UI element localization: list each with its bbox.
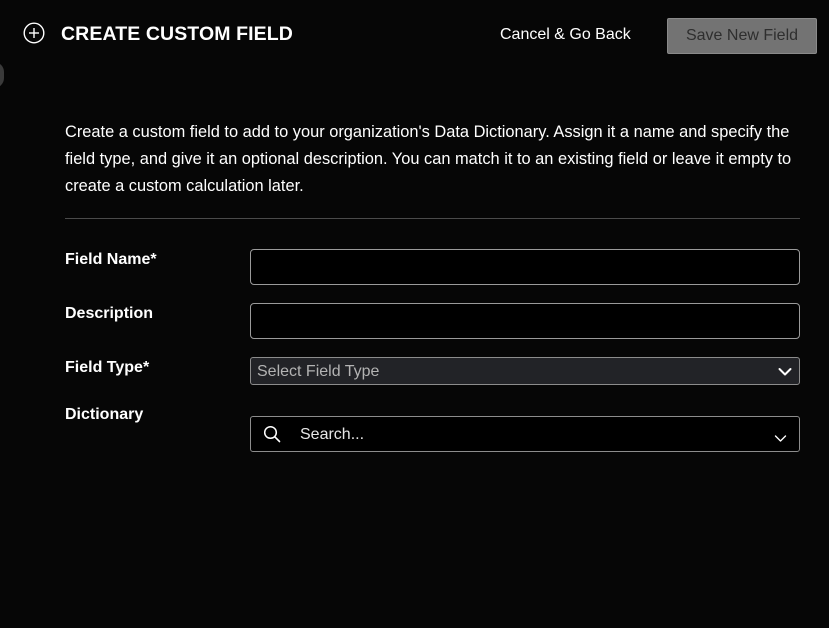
chevron-down-icon (774, 430, 787, 442)
search-icon (263, 425, 281, 443)
save-new-field-button[interactable]: Save New Field (667, 18, 817, 54)
dictionary-search-select[interactable]: Search... (250, 416, 800, 452)
field-name-label: Field Name* (65, 251, 157, 268)
cancel-go-back-link[interactable]: Cancel & Go Back (500, 25, 631, 45)
plus-circle-icon (23, 22, 45, 44)
description-label: Description (65, 305, 154, 322)
field-name-input[interactable] (250, 249, 800, 285)
page-title: CREATE CUSTOM FIELD (61, 23, 293, 45)
create-custom-field-page: CREATE CUSTOM FIELD Cancel & Go Back Sav… (0, 0, 829, 628)
side-panel-handle[interactable] (0, 62, 4, 88)
field-type-label: Field Type* (65, 359, 150, 376)
dictionary-search-placeholder: Search... (300, 426, 365, 443)
field-type-placeholder: Select Field Type (257, 363, 380, 380)
dictionary-label: Dictionary (65, 406, 144, 423)
field-type-select[interactable]: Select Field Type (250, 357, 800, 385)
intro-description: Create a custom field to add to your org… (65, 123, 792, 195)
chevron-down-icon (778, 365, 792, 377)
description-input[interactable] (250, 303, 800, 339)
section-divider (65, 218, 800, 219)
